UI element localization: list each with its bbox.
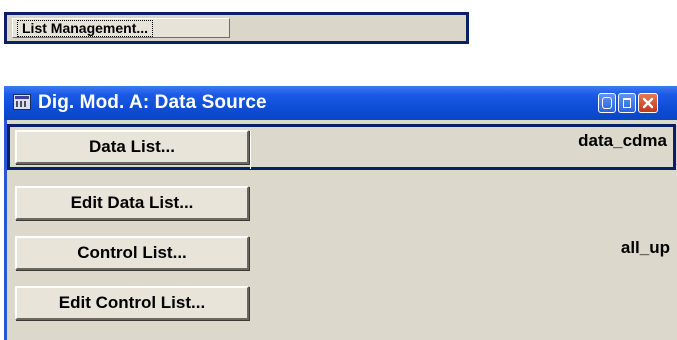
data-table-icon bbox=[13, 94, 31, 110]
list-management-panel: List Management... bbox=[4, 12, 469, 44]
data-source-dialog: Dig. Mod. A: Data Source Data List... da… bbox=[4, 86, 677, 340]
edit-data-list-button-label: Edit Data List... bbox=[70, 193, 194, 212]
edit-control-list-button-label: Edit Control List... bbox=[58, 293, 206, 312]
control-list-value: all_up bbox=[620, 238, 670, 257]
edit-data-list-row: Edit Data List... bbox=[7, 184, 676, 230]
minimize-icon[interactable] bbox=[598, 93, 616, 113]
edit-control-list-button[interactable]: Edit Control List... bbox=[15, 286, 249, 320]
dialog-titlebar[interactable]: Dig. Mod. A: Data Source bbox=[4, 86, 677, 120]
row-divider bbox=[250, 131, 251, 169]
edit-control-list-row: Edit Control List... bbox=[7, 282, 676, 328]
screen: List Management... Dig. Mod. A: Data Sou… bbox=[0, 0, 677, 340]
list-management-button[interactable]: List Management... bbox=[12, 18, 230, 38]
data-list-value: data_cdma bbox=[578, 131, 667, 150]
data-list-button[interactable]: Data List... bbox=[15, 130, 249, 164]
close-icon[interactable] bbox=[638, 93, 658, 113]
dialog-title: Dig. Mod. A: Data Source bbox=[38, 92, 267, 113]
control-list-button-label: Control List... bbox=[77, 243, 187, 262]
control-list-button[interactable]: Control List... bbox=[15, 236, 249, 270]
maximize-icon[interactable] bbox=[618, 93, 636, 113]
data-list-button-label: Data List... bbox=[89, 137, 175, 156]
edit-data-list-button[interactable]: Edit Data List... bbox=[15, 186, 249, 220]
control-list-row: Control List... all_up bbox=[7, 232, 676, 278]
data-list-row: Data List... data_cdma bbox=[7, 124, 676, 170]
list-management-label: List Management... bbox=[17, 19, 154, 37]
